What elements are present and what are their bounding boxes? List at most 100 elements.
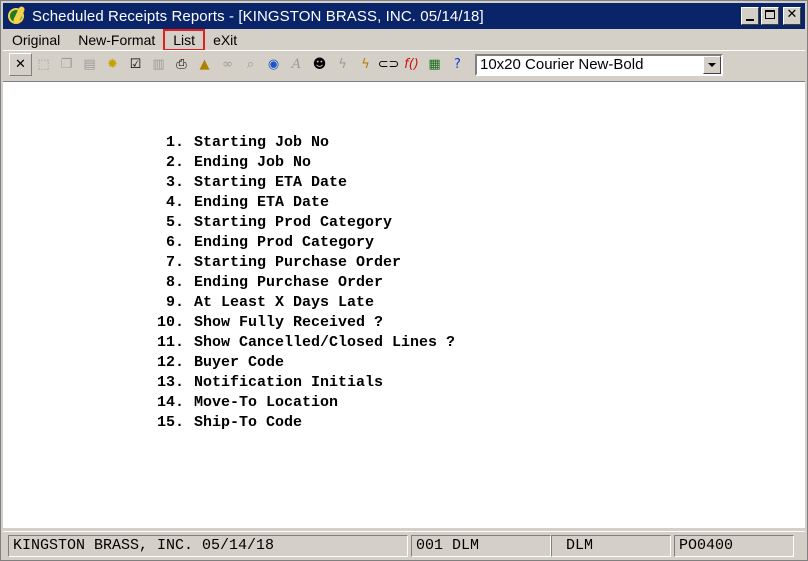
print-tool-button[interactable]: ⎙	[170, 53, 193, 76]
paste-tool-button[interactable]: ▤	[78, 53, 101, 76]
list-item[interactable]: 2. Ending Job No	[144, 153, 455, 173]
select-icon: ⬚	[37, 57, 50, 72]
option-label: Show Fully Received ?	[194, 314, 384, 331]
option-label: Move-To Location	[194, 394, 339, 411]
menu-new-format[interactable]: New-Format	[69, 30, 164, 50]
option-label: Starting Purchase Order	[194, 254, 402, 271]
list-item[interactable]: 12. Buyer Code	[144, 353, 455, 373]
function-tool-button[interactable]: f()	[400, 53, 423, 76]
option-number: 11.	[156, 334, 184, 351]
option-number: 2.	[165, 154, 184, 171]
minimize-button[interactable]	[741, 7, 759, 25]
close-x-icon: ✕	[786, 7, 798, 22]
lightning-icon: ϟ	[338, 57, 347, 72]
maximize-icon	[765, 10, 775, 19]
copy-icon: ❐	[60, 57, 73, 72]
list-item[interactable]: 4. Ending ETA Date	[144, 193, 455, 213]
help-tool-button[interactable]: ?	[446, 53, 469, 76]
edit-lightning-tool-button[interactable]: ϟ	[354, 53, 377, 76]
list-item[interactable]: 8. Ending Purchase Order	[144, 273, 455, 293]
options-list: 1. Starting Job No 2. Ending Job No 3. Star…	[144, 133, 455, 433]
list-item[interactable]: 11. Show Cancelled/Closed Lines ?	[144, 333, 455, 353]
user-icon: ☻	[312, 57, 327, 72]
chevron-down-icon[interactable]	[703, 55, 721, 74]
function-icon: f()	[404, 57, 419, 72]
option-label: At Least X Days Late	[194, 294, 375, 311]
notepad-tool-button[interactable]: ▥	[147, 53, 170, 76]
list-item[interactable]: 10. Show Fully Received ?	[144, 313, 455, 333]
paste-icon: ▤	[83, 57, 96, 72]
close-tool-button[interactable]: ✕	[9, 53, 32, 76]
close-button[interactable]: ✕	[783, 7, 801, 25]
copy-tool-button[interactable]: ❐	[55, 53, 78, 76]
settings-tool-button[interactable]: ✹	[101, 53, 124, 76]
zoom-tool-button[interactable]: ⌕	[239, 53, 262, 76]
magnifier-icon: ⌕	[246, 57, 255, 72]
window-title: Scheduled Receipts Reports - [KINGSTON B…	[32, 7, 484, 25]
web-tool-button[interactable]: ◉	[262, 53, 285, 76]
link-tool-button[interactable]: ⊂⊃	[377, 53, 400, 76]
list-item[interactable]: 15. Ship-To Code	[144, 413, 455, 433]
list-item[interactable]: 13. Notification Initials	[144, 373, 455, 393]
app-window: Scheduled Receipts Reports - [KINGSTON B…	[0, 0, 808, 561]
list-item[interactable]: 3. Starting ETA Date	[144, 173, 455, 193]
menu-exit[interactable]: eXit	[204, 30, 246, 50]
option-number: 10.	[156, 314, 184, 331]
edit-lightning-icon: ϟ	[361, 57, 370, 72]
select-tool-button[interactable]: ⬚	[32, 53, 55, 76]
option-label: Starting Prod Category	[194, 214, 393, 231]
menu-bar: Original New-Format List eXit	[3, 29, 805, 51]
list-item[interactable]: 9. At Least X Days Late	[144, 293, 455, 313]
binoculars-icon: ∞	[222, 57, 233, 72]
calculator-tool-button[interactable]: ▦	[423, 53, 446, 76]
option-number: 5.	[165, 214, 184, 231]
title-bar[interactable]: Scheduled Receipts Reports - [KINGSTON B…	[3, 3, 805, 29]
toolbar: ✕ ⬚ ❐ ▤ ✹ ☑ ▥ ⎙ ▲ ∞ ⌕ ◉ A ☻ ϟ ϟ ⊂⊃ f() ▦…	[3, 50, 805, 78]
font-size-select[interactable]: 10x20 Courier New-Bold	[475, 53, 723, 76]
help-pointer-icon: ?	[454, 57, 461, 72]
option-label: Ending ETA Date	[194, 194, 330, 211]
list-item[interactable]: 7. Starting Purchase Order	[144, 253, 455, 273]
option-label: Show Cancelled/Closed Lines ?	[194, 334, 456, 351]
option-number: 9.	[165, 294, 184, 311]
font-tool-button[interactable]: A	[285, 53, 308, 76]
list-item[interactable]: 6. Ending Prod Category	[144, 233, 455, 253]
list-item[interactable]: 14. Move-To Location	[144, 393, 455, 413]
find-tool-button[interactable]: ∞	[216, 53, 239, 76]
menu-original[interactable]: Original	[3, 30, 69, 50]
status-bar: KINGSTON BRASS, INC. 05/14/18 001 DLM DL…	[3, 531, 805, 559]
option-number: 8.	[165, 274, 184, 291]
print-icon: ⎙	[176, 57, 187, 72]
status-company: KINGSTON BRASS, INC. 05/14/18	[8, 534, 408, 557]
globe-icon: ◉	[267, 57, 280, 72]
link-icon: ⊂⊃	[377, 57, 400, 72]
calculator-icon: ▦	[428, 57, 441, 72]
alert-tool-button[interactable]: ▲	[193, 53, 216, 76]
option-label: Notification Initials	[194, 374, 384, 391]
font-icon: A	[291, 57, 302, 72]
option-label: Ending Purchase Order	[194, 274, 384, 291]
option-label: Buyer Code	[194, 354, 285, 371]
close-icon: ✕	[15, 57, 26, 72]
status-user: 001 DLM	[411, 534, 551, 557]
app-logo-icon	[6, 5, 28, 27]
lightning-tool-button[interactable]: ϟ	[331, 53, 354, 76]
status-initials: DLM	[551, 534, 671, 557]
notepad-icon: ▥	[152, 57, 165, 72]
option-number: 15.	[156, 414, 184, 431]
option-number: 14.	[156, 394, 184, 411]
list-item[interactable]: 1. Starting Job No	[144, 133, 455, 153]
menu-list[interactable]: List	[163, 29, 206, 51]
option-number: 3.	[165, 174, 184, 191]
maximize-button[interactable]	[761, 7, 779, 25]
properties-tool-button[interactable]: ☑	[124, 53, 147, 76]
font-size-value: 10x20 Courier New-Bold	[480, 55, 644, 73]
list-item[interactable]: 5. Starting Prod Category	[144, 213, 455, 233]
option-number: 1.	[165, 134, 184, 151]
option-number: 12.	[156, 354, 184, 371]
properties-icon: ☑	[129, 57, 142, 72]
option-number: 7.	[165, 254, 184, 271]
user-tool-button[interactable]: ☻	[308, 53, 331, 76]
option-label: Starting Job No	[194, 134, 330, 151]
option-label: Ending Prod Category	[194, 234, 375, 251]
